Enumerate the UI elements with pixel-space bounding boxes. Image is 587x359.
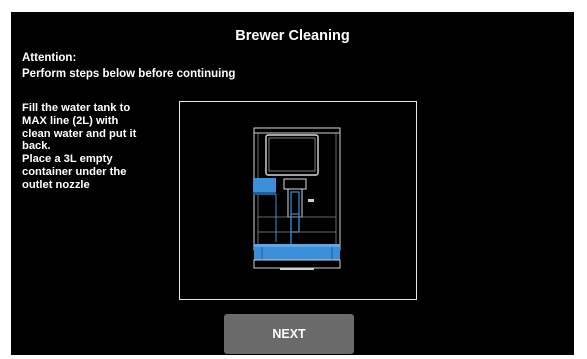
illustration-frame: [179, 101, 417, 300]
instruction-line: back.: [22, 140, 51, 153]
next-button[interactable]: NEXT: [224, 314, 354, 354]
instruction-line: outlet nozzle: [22, 178, 90, 191]
attention-label: Attention:: [22, 52, 77, 64]
attention-block: Attention: Perform steps below before co…: [22, 50, 235, 82]
cleaning-screen: Brewer Cleaning Attention: Perform steps…: [11, 12, 574, 355]
page-title: Brewer Cleaning: [235, 28, 350, 44]
instruction-line: MAX line (2L) with: [22, 114, 119, 127]
instruction-line: Place a 3L empty: [22, 153, 113, 166]
instruction-line: clean water and put it: [22, 127, 137, 140]
instruction-line: Fill the water tank to: [22, 102, 131, 114]
coffee-machine-icon: [253, 127, 341, 270]
attention-text: Perform steps below before continuing: [22, 68, 236, 80]
instruction-line: container under the: [22, 165, 127, 178]
instructions-text: Fill the water tank to MAX line (2L) wit…: [22, 102, 172, 192]
